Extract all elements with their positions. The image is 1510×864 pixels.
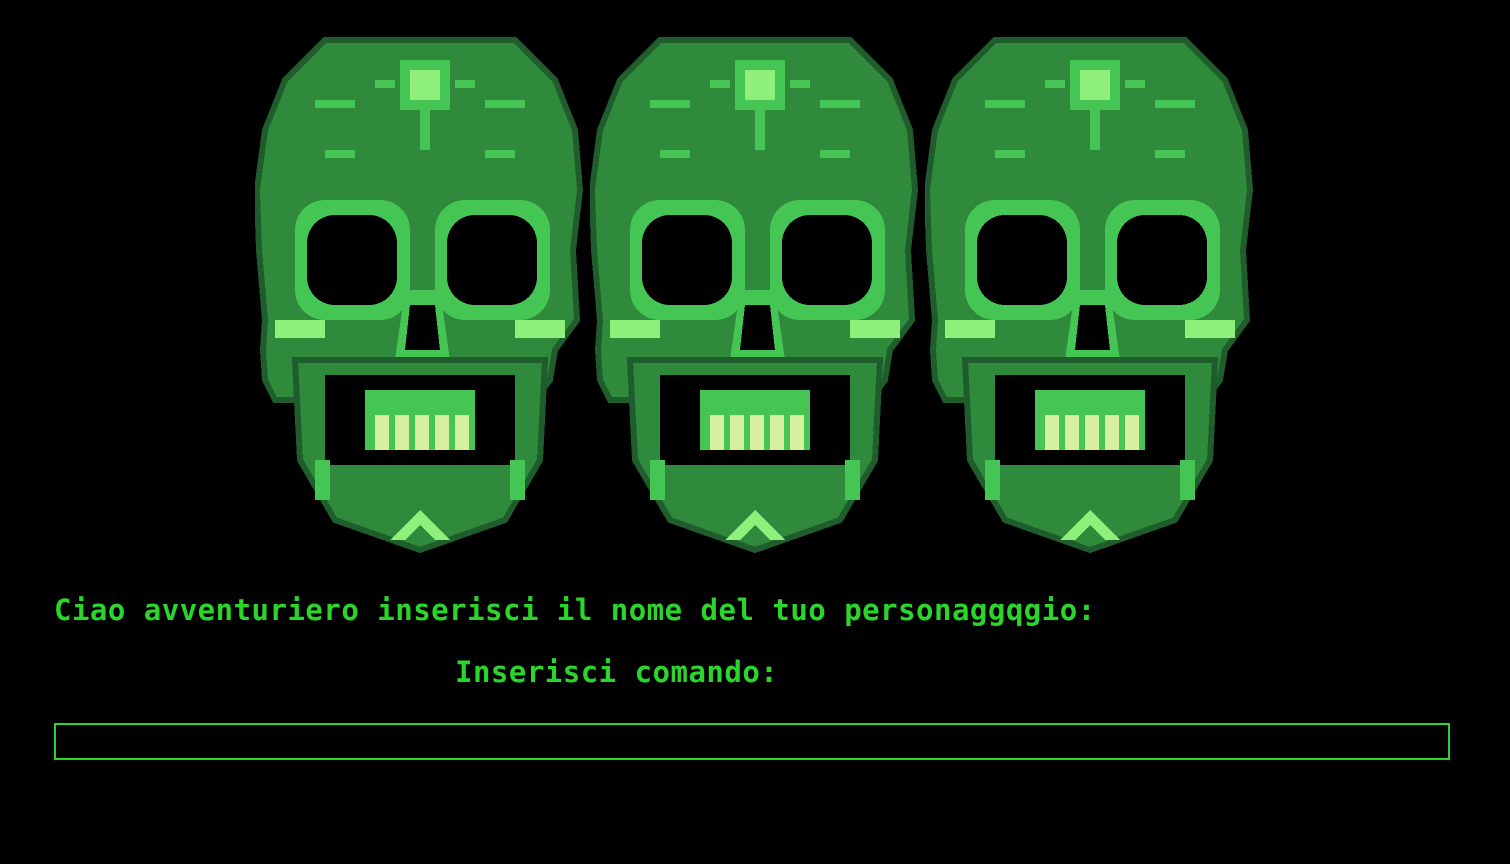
skull-banner [255, 20, 1255, 560]
command-label: Inserisci comando: [455, 655, 779, 689]
character-name-prompt: Ciao avventuriero inserisci il nome del … [54, 593, 1096, 627]
skull-image-right [925, 20, 1255, 560]
skull-image-center [590, 20, 920, 560]
skull-image-left [255, 20, 585, 560]
command-input[interactable] [54, 723, 1450, 760]
